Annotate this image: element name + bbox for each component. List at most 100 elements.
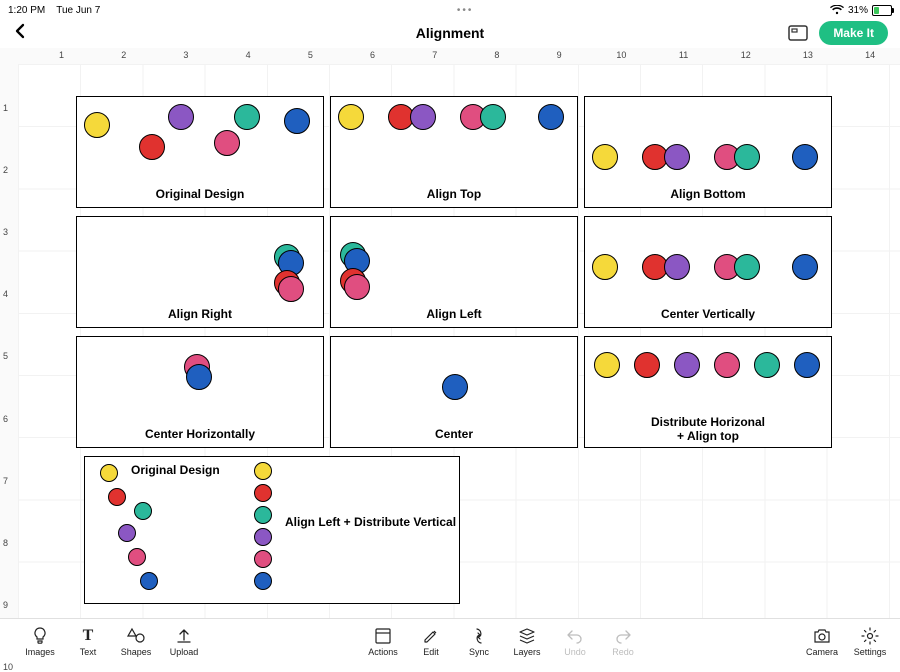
shape-circle[interactable] — [284, 108, 310, 134]
battery-percent: 31% — [848, 5, 868, 16]
shape-circle[interactable] — [84, 112, 110, 138]
shape-circle[interactable] — [664, 144, 690, 170]
shape-circle[interactable] — [344, 274, 370, 300]
ruler-v-tick: 8 — [3, 538, 8, 548]
ruler-h-tick: 11 — [679, 50, 688, 60]
shape-circle[interactable] — [140, 572, 158, 590]
ruler-h-tick: 9 — [557, 50, 562, 60]
shape-circle[interactable] — [714, 352, 740, 378]
settings-icon — [861, 626, 879, 646]
multitask-handle: ••• — [100, 5, 830, 16]
shape-circle[interactable] — [794, 352, 820, 378]
shape-circle[interactable] — [634, 352, 660, 378]
shape-circle[interactable] — [442, 374, 468, 400]
shape-circle[interactable] — [128, 548, 146, 566]
ruler-v-tick: 9 — [3, 600, 8, 610]
shape-circle[interactable] — [278, 276, 304, 302]
battery-icon — [872, 5, 892, 16]
tool-undo-label: Undo — [564, 647, 586, 657]
text-icon: T — [83, 626, 94, 646]
tool-undo[interactable]: Undo — [551, 626, 599, 657]
shape-circle[interactable] — [254, 572, 272, 590]
ruler-v-tick: 2 — [3, 165, 8, 175]
tool-redo[interactable]: Redo — [599, 626, 647, 657]
tool-upload[interactable]: Upload — [160, 626, 208, 657]
tool-images-label: Images — [25, 647, 55, 657]
ruler-h-tick: 7 — [432, 50, 437, 60]
panel-original-label: Original Design — [77, 187, 323, 201]
panel-center-vertically-label: Center Vertically — [585, 307, 831, 321]
shape-circle[interactable] — [186, 364, 212, 390]
ruler-v-tick: 1 — [3, 103, 8, 113]
ruler-vertical: 12345678910 — [0, 64, 19, 619]
shape-circle[interactable] — [254, 528, 272, 546]
shape-circle[interactable] — [734, 144, 760, 170]
shape-circle[interactable] — [100, 464, 118, 482]
tool-sync[interactable]: Sync — [455, 626, 503, 657]
design-canvas[interactable]: Original Design Align Top Align Bottom A… — [18, 64, 900, 619]
shape-circle[interactable] — [480, 104, 506, 130]
back-button[interactable] — [12, 22, 36, 45]
shape-circle[interactable] — [592, 144, 618, 170]
ruler-h-tick: 12 — [741, 50, 751, 60]
shape-circle[interactable] — [792, 144, 818, 170]
tool-camera[interactable]: Camera — [798, 626, 846, 657]
shape-circle[interactable] — [592, 254, 618, 280]
title-bar: Alignment Make It — [0, 18, 900, 48]
panel-align-left-label: Align Left — [331, 307, 577, 321]
status-time-date: 1:20 PM Tue Jun 7 — [8, 5, 100, 16]
shape-circle[interactable] — [410, 104, 436, 130]
tool-text[interactable]: T Text — [64, 626, 112, 657]
shape-circle[interactable] — [214, 130, 240, 156]
lightbulb-icon — [31, 626, 49, 646]
shape-circle[interactable] — [254, 462, 272, 480]
shape-circle[interactable] — [234, 104, 260, 130]
tool-actions[interactable]: Actions — [359, 626, 407, 657]
tool-redo-label: Redo — [612, 647, 634, 657]
shape-circle[interactable] — [254, 484, 272, 502]
tool-edit[interactable]: Edit — [407, 626, 455, 657]
make-it-button[interactable]: Make It — [819, 21, 888, 45]
ruler-h-tick: 3 — [183, 50, 188, 60]
ruler-v-tick: 4 — [3, 289, 8, 299]
tool-actions-label: Actions — [368, 647, 398, 657]
tool-layers-label: Layers — [513, 647, 540, 657]
wifi-icon — [830, 5, 844, 15]
ruler-horizontal: 1234567891011121314 — [18, 48, 900, 65]
tool-shapes[interactable]: Shapes — [112, 626, 160, 657]
shape-circle[interactable] — [538, 104, 564, 130]
shape-circle[interactable] — [734, 254, 760, 280]
shape-circle[interactable] — [168, 104, 194, 130]
shape-circle[interactable] — [118, 524, 136, 542]
shape-circle[interactable] — [134, 502, 152, 520]
toolbar: Images T Text Shapes Upload Actions Edit — [0, 618, 900, 663]
edit-icon — [422, 626, 440, 646]
shape-circle[interactable] — [754, 352, 780, 378]
shape-circle[interactable] — [674, 352, 700, 378]
panel-align-left: Align Left — [330, 216, 578, 328]
sync-icon — [470, 626, 488, 646]
panel-ex2-result-label: Align Left + Distribute Vertical — [285, 515, 456, 529]
ruler-h-tick: 6 — [370, 50, 375, 60]
panel-align-bottom-label: Align Bottom — [585, 187, 831, 201]
shape-circle[interactable] — [108, 488, 126, 506]
page-title: Alignment — [0, 25, 900, 41]
shape-circle[interactable] — [254, 550, 272, 568]
ruler-h-tick: 13 — [803, 50, 813, 60]
shape-circle[interactable] — [254, 506, 272, 524]
tool-layers[interactable]: Layers — [503, 626, 551, 657]
shape-circle[interactable] — [594, 352, 620, 378]
tool-settings[interactable]: Settings — [846, 626, 894, 657]
tool-text-label: Text — [80, 647, 97, 657]
shape-circle[interactable] — [139, 134, 165, 160]
ruler-h-tick: 14 — [865, 50, 875, 60]
ruler-v-tick: 7 — [3, 476, 8, 486]
shape-circle[interactable] — [792, 254, 818, 280]
shape-circle[interactable] — [338, 104, 364, 130]
panel-align-right-label: Align Right — [77, 307, 323, 321]
layers-icon — [518, 626, 536, 646]
ruler-h-tick: 10 — [616, 50, 626, 60]
tool-images[interactable]: Images — [16, 626, 64, 657]
mat-preview-icon[interactable] — [787, 22, 809, 44]
shape-circle[interactable] — [664, 254, 690, 280]
